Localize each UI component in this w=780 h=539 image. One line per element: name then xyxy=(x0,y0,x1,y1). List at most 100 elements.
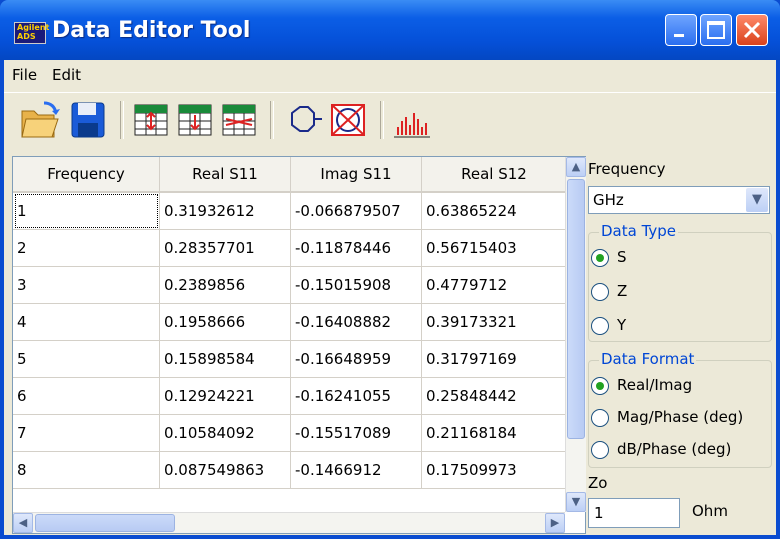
data-type-title: Data Type xyxy=(599,222,679,240)
cell-frequency[interactable]: 1 xyxy=(13,192,160,230)
chevron-down-icon[interactable]: ▼ xyxy=(746,188,768,212)
close-icon xyxy=(743,21,761,39)
table-row: 2 0.28357701 -0.11878446 0.56715403 xyxy=(13,229,567,267)
radio-db-phase[interactable] xyxy=(591,441,609,459)
column-header-real-s11[interactable]: Real S11 xyxy=(159,157,291,193)
save-icon[interactable] xyxy=(68,99,108,141)
frequency-unit-value: GHz xyxy=(593,191,624,209)
close-button[interactable] xyxy=(736,14,768,46)
add-row-icon[interactable] xyxy=(176,99,214,141)
swap-rows-icon[interactable] xyxy=(220,99,258,141)
vertical-scrollbar[interactable]: ▲ ▼ xyxy=(565,157,586,512)
maximize-icon xyxy=(707,21,725,39)
column-header-real-s12[interactable]: Real S12 xyxy=(421,157,567,193)
scroll-up-icon[interactable]: ▲ xyxy=(566,157,586,177)
cell-real-s12[interactable]: 0.21168184 xyxy=(421,414,567,452)
cell-real-s12[interactable]: 0.4779712 xyxy=(421,266,567,304)
zo-value: 1 xyxy=(594,504,604,522)
cell-imag-s11[interactable]: -0.066879507 xyxy=(290,192,422,230)
scroll-down-icon[interactable]: ▼ xyxy=(566,492,586,512)
cell-imag-s11[interactable]: -0.16241055 xyxy=(290,377,422,415)
cell-imag-s11[interactable]: -0.15517089 xyxy=(290,414,422,452)
minimize-icon xyxy=(674,34,684,37)
open-folder-icon[interactable] xyxy=(18,99,62,141)
radio-s[interactable] xyxy=(591,249,609,267)
cell-frequency[interactable]: 5 xyxy=(13,340,160,378)
radio-label-s: S xyxy=(617,248,627,266)
zo-input[interactable]: 1 xyxy=(588,498,680,528)
toolbar-separator xyxy=(380,101,384,139)
bar-chart-icon[interactable] xyxy=(392,99,432,141)
cell-real-s11[interactable]: 0.28357701 xyxy=(159,229,291,267)
header-row: Frequency Real S11 Imag S11 Real S12 xyxy=(13,157,567,193)
radio-label-mag-phase: Mag/Phase (deg) xyxy=(617,408,744,426)
polar-plot-icon[interactable] xyxy=(328,99,368,141)
insert-row-icon[interactable] xyxy=(132,99,170,141)
zo-unit-label: Ohm xyxy=(692,502,728,520)
settings-panel: Frequency GHz ▼ Data Type S Z Y Data For… xyxy=(586,156,776,536)
table-row: 7 0.10584092 -0.15517089 0.21168184 xyxy=(13,414,567,452)
data-grid[interactable]: Frequency Real S11 Imag S11 Real S12 1 0.… xyxy=(12,156,586,534)
cell-real-s12[interactable]: 0.39173321 xyxy=(421,303,567,341)
table-row: 6 0.12924221 -0.16241055 0.25848442 xyxy=(13,377,567,415)
cell-real-s11[interactable]: 0.15898584 xyxy=(159,340,291,378)
menu-file[interactable]: File xyxy=(12,66,37,84)
cell-real-s11[interactable]: 0.10584092 xyxy=(159,414,291,452)
app-icon-text-bottom: ADS xyxy=(17,32,36,41)
table-row: 8 0.087549863 -0.1466912 0.17509973 xyxy=(13,451,567,489)
cell-frequency[interactable]: 2 xyxy=(13,229,160,267)
minimize-button[interactable] xyxy=(665,14,697,46)
data-table: Frequency Real S11 Imag S11 Real S12 1 0.… xyxy=(13,157,567,489)
table-row: 5 0.15898584 -0.16648959 0.31797169 xyxy=(13,340,567,378)
menu-bar: File Edit xyxy=(4,60,776,90)
toolbar xyxy=(4,92,776,147)
radio-z[interactable] xyxy=(591,283,609,301)
cell-real-s11[interactable]: 0.31932612 xyxy=(159,192,291,230)
cell-real-s12[interactable]: 0.63865224 xyxy=(421,192,567,230)
cell-frequency[interactable]: 8 xyxy=(13,451,160,489)
cell-frequency[interactable]: 3 xyxy=(13,266,160,304)
smith-chart-icon[interactable] xyxy=(282,99,324,141)
title-bar[interactable]: Agilent ADS Data Editor Tool xyxy=(0,0,780,60)
cell-imag-s11[interactable]: -0.1466912 xyxy=(290,451,422,489)
radio-y[interactable] xyxy=(591,317,609,335)
cell-frequency[interactable]: 7 xyxy=(13,414,160,452)
column-header-frequency[interactable]: Frequency xyxy=(13,157,160,193)
toolbar-separator xyxy=(120,101,124,139)
data-format-title: Data Format xyxy=(599,350,697,368)
frequency-unit-select[interactable]: GHz ▼ xyxy=(588,186,770,214)
cell-imag-s11[interactable]: -0.16648959 xyxy=(290,340,422,378)
radio-label-real-imag: Real/Imag xyxy=(617,376,693,394)
cell-real-s11[interactable]: 0.1958666 xyxy=(159,303,291,341)
vertical-scroll-thumb[interactable] xyxy=(567,179,585,439)
cell-real-s12[interactable]: 0.56715403 xyxy=(421,229,567,267)
window-title: Data Editor Tool xyxy=(52,18,251,43)
cell-real-s11[interactable]: 0.12924221 xyxy=(159,377,291,415)
column-header-imag-s11[interactable]: Imag S11 xyxy=(290,157,422,193)
frequency-label: Frequency xyxy=(588,160,666,178)
radio-mag-phase[interactable] xyxy=(591,409,609,427)
horizontal-scrollbar[interactable]: ◀ ▶ xyxy=(13,512,565,533)
maximize-button[interactable] xyxy=(700,14,732,46)
menu-edit[interactable]: Edit xyxy=(52,66,81,84)
app-icon-text-top: Agilent xyxy=(17,23,50,32)
cell-real-s11[interactable]: 0.087549863 xyxy=(159,451,291,489)
cell-real-s11[interactable]: 0.2389856 xyxy=(159,266,291,304)
scroll-right-icon[interactable]: ▶ xyxy=(545,513,565,533)
cell-imag-s11[interactable]: -0.11878446 xyxy=(290,229,422,267)
table-row: 1 0.31932612 -0.066879507 0.63865224 xyxy=(13,192,567,230)
cell-real-s12[interactable]: 0.25848442 xyxy=(421,377,567,415)
cell-imag-s11[interactable]: -0.16408882 xyxy=(290,303,422,341)
cell-frequency[interactable]: 6 xyxy=(13,377,160,415)
app-window: Agilent ADS Data Editor Tool File Edit F… xyxy=(0,0,780,539)
horizontal-scroll-thumb[interactable] xyxy=(35,514,175,532)
cell-real-s12[interactable]: 0.17509973 xyxy=(421,451,567,489)
cell-imag-s11[interactable]: -0.15015908 xyxy=(290,266,422,304)
scroll-left-icon[interactable]: ◀ xyxy=(13,513,33,533)
cell-frequency[interactable]: 4 xyxy=(13,303,160,341)
radio-real-imag[interactable] xyxy=(591,377,609,395)
radio-label-y: Y xyxy=(617,316,627,334)
app-icon: Agilent ADS xyxy=(14,22,50,44)
data-format-group: Data Format Real/Imag Mag/Phase (deg) dB… xyxy=(588,350,772,468)
cell-real-s12[interactable]: 0.31797169 xyxy=(421,340,567,378)
